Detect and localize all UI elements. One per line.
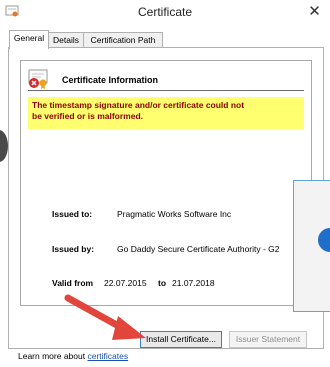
issued-to-label: Issued to: bbox=[52, 209, 93, 219]
tab-certification-path[interactable]: Certification Path bbox=[83, 32, 163, 48]
tab-details-label: Details bbox=[53, 35, 79, 45]
tab-certification-path-label: Certification Path bbox=[90, 35, 156, 45]
close-button[interactable]: ✕ bbox=[299, 0, 330, 21]
tab-details[interactable]: Details bbox=[48, 32, 84, 48]
certificate-error-icon bbox=[28, 69, 48, 89]
issued-by-label: Issued by: bbox=[52, 244, 95, 254]
issued-by-value: Go Daddy Secure Certificate Authority - … bbox=[117, 244, 280, 254]
warning-message: The timestamp signature and/or certifica… bbox=[28, 97, 304, 129]
tab-general-label: General bbox=[13, 33, 45, 43]
issued-to-value: Pragmatic Works Software Inc bbox=[117, 209, 232, 219]
issuer-statement-button[interactable]: Issuer Statement bbox=[229, 331, 307, 348]
valid-from-value: 22.07.2015 bbox=[104, 278, 147, 288]
install-certificate-label: Install Certificate... bbox=[146, 334, 216, 344]
valid-from-label: Valid from bbox=[52, 278, 94, 288]
divider bbox=[28, 90, 304, 91]
issuer-statement-label: Issuer Statement bbox=[235, 334, 301, 344]
valid-to-value: 21.07.2018 bbox=[172, 278, 215, 288]
learn-more-prefix: Learn more about bbox=[18, 351, 86, 361]
certificates-link[interactable]: certificates bbox=[87, 351, 128, 361]
valid-to-label: to bbox=[158, 278, 167, 288]
warning-line-2: be verified or is malformed. bbox=[32, 111, 144, 121]
install-certificate-button[interactable]: Install Certificate... bbox=[140, 331, 222, 348]
warning-line-1: The timestamp signature and/or certifica… bbox=[32, 100, 245, 110]
arrow-annotation-icon bbox=[64, 294, 146, 340]
title-bar: Certificate ✕ bbox=[0, 0, 330, 24]
window-title: Certificate bbox=[137, 5, 193, 19]
learn-more: Learn more about certificates bbox=[18, 351, 128, 361]
certificate-info-heading: Certificate Information bbox=[62, 75, 159, 85]
close-icon: ✕ bbox=[308, 2, 321, 20]
tab-general[interactable]: General bbox=[9, 30, 49, 49]
background-shape bbox=[0, 130, 8, 162]
